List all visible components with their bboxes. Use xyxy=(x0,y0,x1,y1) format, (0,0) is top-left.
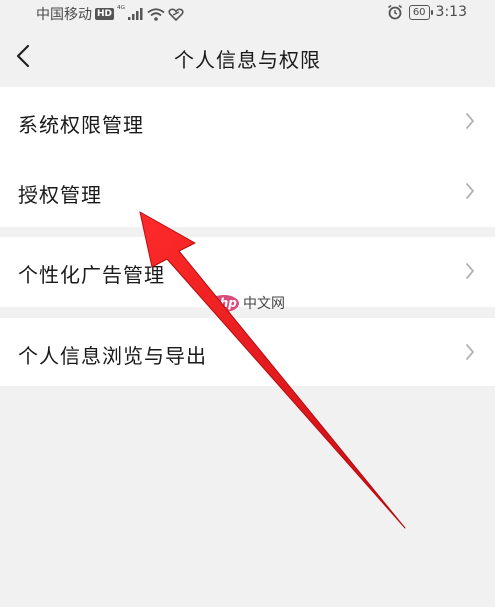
page-title: 个人信息与权限 xyxy=(174,48,321,72)
row-label: 授权管理 xyxy=(18,183,102,207)
wifi-icon xyxy=(147,7,165,21)
chevron-right-icon xyxy=(466,344,474,360)
chevron-right-icon xyxy=(466,113,474,129)
status-left: 中国移动 HD ⁴ᴳ xyxy=(36,4,184,24)
authorization-row[interactable]: 授权管理 xyxy=(0,157,495,227)
signal-icon xyxy=(128,8,143,20)
hd-icon: HD xyxy=(95,8,115,20)
settings-section-1: 系统权限管理 授权管理 xyxy=(0,87,495,227)
row-label: 系统权限管理 xyxy=(18,113,144,137)
watermark-text: 中文网 xyxy=(243,296,285,312)
screen: 中国移动 HD ⁴ᴳ 60 3:13 个人信息与权限 系统权限管理 授权管理 个… xyxy=(0,0,495,607)
battery-icon: 60 xyxy=(408,4,433,20)
status-right: 60 3:13 xyxy=(387,4,467,20)
network-type: ⁴ᴳ xyxy=(117,4,126,15)
alarm-icon xyxy=(387,4,402,20)
info-browse-export-row[interactable]: 个人信息浏览与导出 xyxy=(0,318,495,386)
clock-time: 3:13 xyxy=(435,4,467,20)
row-label: 个性化广告管理 xyxy=(18,263,165,287)
watermark: php 中文网 xyxy=(209,293,285,313)
chevron-right-icon xyxy=(466,183,474,199)
carrier-name: 中国移动 xyxy=(36,7,92,23)
row-label: 个人信息浏览与导出 xyxy=(18,344,207,368)
chevron-right-icon xyxy=(466,263,474,279)
watermark-logo: php xyxy=(209,294,239,312)
heart-link-icon xyxy=(168,7,184,21)
system-permission-row[interactable]: 系统权限管理 xyxy=(0,87,495,157)
settings-section-3: 个人信息浏览与导出 xyxy=(0,318,495,386)
nav-header: 个人信息与权限 xyxy=(0,26,495,86)
status-bar: 中国移动 HD ⁴ᴳ 60 3:13 xyxy=(0,0,495,26)
